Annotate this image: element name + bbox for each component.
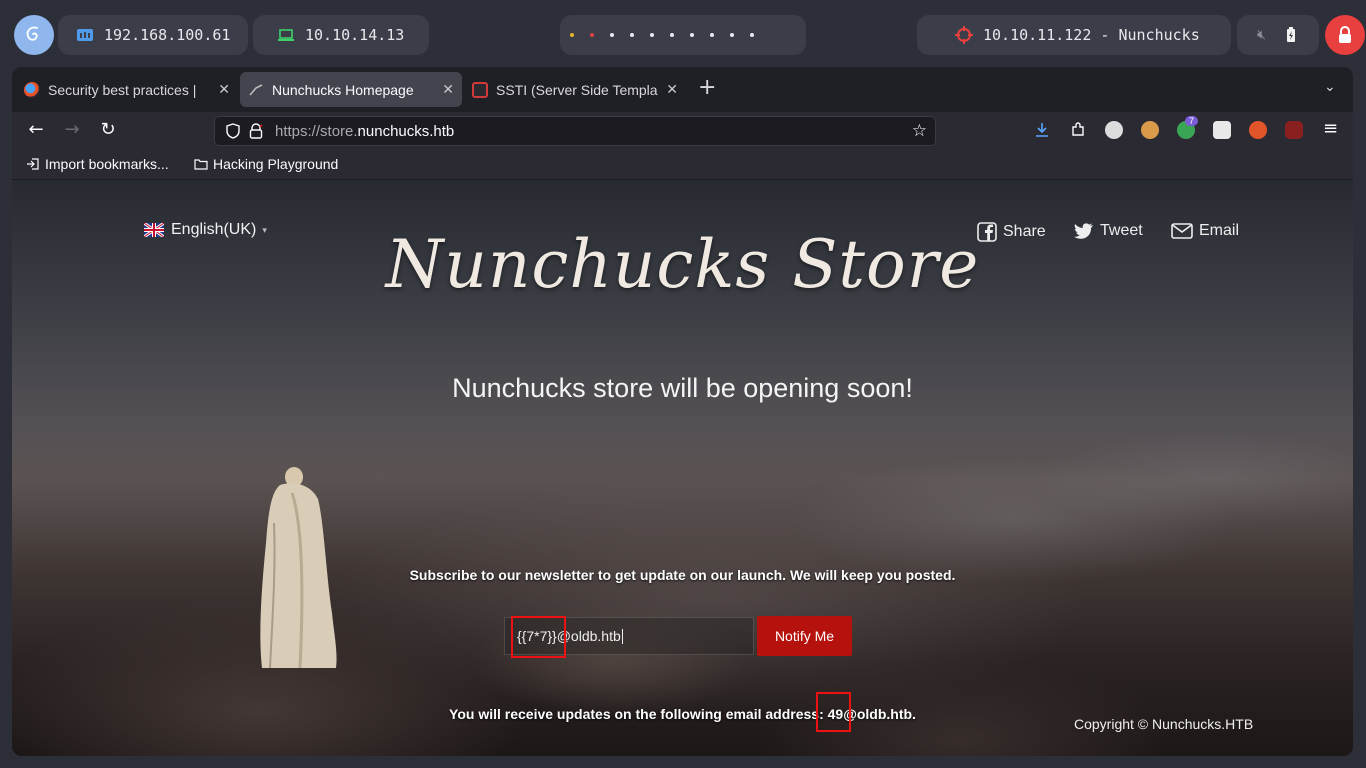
target-crosshair-icon bbox=[955, 26, 973, 44]
laptop-icon bbox=[278, 29, 294, 41]
store-brand-title: Nunchucks Store bbox=[385, 226, 980, 303]
tab-title: Nunchucks Homepage bbox=[272, 81, 414, 98]
bookmark-label: Hacking Playground bbox=[213, 156, 339, 172]
tab-title: Security best practices | bbox=[48, 81, 197, 98]
tab-strip: Security best practices | ✕ Nunchucks Ho… bbox=[12, 67, 1353, 112]
workspace-dot-10[interactable] bbox=[750, 33, 754, 37]
url-bar[interactable]: https://store. nunchucks.htb ☆ bbox=[214, 116, 936, 146]
back-arrow-icon[interactable]: ← bbox=[24, 119, 48, 140]
workspace-dot-5[interactable] bbox=[650, 33, 654, 37]
subscribe-text: Subscribe to our newsletter to get updat… bbox=[409, 567, 956, 583]
padlock-icon[interactable] bbox=[249, 123, 263, 139]
new-tab-plus-icon[interactable]: + bbox=[698, 77, 716, 99]
opening-soon-headline: Nunchucks store will be opening soon! bbox=[452, 373, 913, 403]
reload-icon[interactable]: ↻ bbox=[96, 119, 120, 140]
bookmark-import[interactable]: Import bookmarks... bbox=[26, 156, 169, 172]
workspace-dot-4[interactable] bbox=[630, 33, 634, 37]
result-highlight-box bbox=[816, 692, 851, 732]
forward-arrow-icon[interactable]: → bbox=[60, 119, 84, 140]
vpn-ip-text: 10.10.14.13 bbox=[305, 26, 405, 44]
target-text: 10.10.11.122 - Nunchucks bbox=[983, 26, 1200, 44]
notify-me-button[interactable]: Notify Me bbox=[757, 616, 852, 656]
user-agent-ext-icon[interactable] bbox=[1213, 121, 1231, 139]
debian-swirl-icon bbox=[26, 26, 38, 41]
nodejs-favicon-icon bbox=[24, 81, 40, 98]
bookmark-label: Import bookmarks... bbox=[45, 156, 169, 172]
payload-highlight-box bbox=[511, 616, 566, 658]
hacktricks-favicon-icon bbox=[472, 81, 488, 98]
tab-ssti[interactable]: SSTI (Server Side Templa ✕ bbox=[464, 72, 686, 107]
battery-icon[interactable] bbox=[1286, 27, 1296, 43]
tab-nunchucks-homepage[interactable]: Nunchucks Homepage ✕ bbox=[240, 72, 462, 107]
muted-speaker-icon[interactable]: 🔇︎ bbox=[1257, 27, 1266, 43]
close-tab-icon[interactable]: ✕ bbox=[666, 81, 678, 98]
local-ip-indicator[interactable]: 192.168.100.61 bbox=[58, 15, 248, 55]
workspace-dot-1[interactable] bbox=[570, 33, 574, 37]
bookmarks-toolbar: Import bookmarks... Hacking Playground bbox=[12, 150, 1353, 180]
network-icon bbox=[77, 29, 93, 41]
hamburger-menu-icon[interactable]: ≡ bbox=[1323, 118, 1338, 139]
bookmark-star-icon[interactable]: ☆ bbox=[912, 121, 927, 141]
extensions-puzzle-icon[interactable] bbox=[1069, 121, 1087, 139]
close-tab-icon[interactable]: ✕ bbox=[218, 81, 230, 98]
lock-screen-button[interactable] bbox=[1325, 15, 1365, 55]
extension-badge: 7 bbox=[1185, 116, 1199, 126]
bookmark-hacking-playground[interactable]: Hacking Playground bbox=[194, 156, 338, 172]
ublock-ext-icon[interactable] bbox=[1285, 121, 1303, 139]
url-domain: nunchucks.htb bbox=[357, 122, 455, 140]
url-scheme: https://store. bbox=[275, 122, 358, 140]
foxyproxy-ext-icon[interactable] bbox=[1105, 121, 1123, 139]
import-icon bbox=[27, 158, 39, 170]
workspace-dot-3[interactable] bbox=[610, 33, 614, 37]
tab-title: SSTI (Server Side Templa bbox=[496, 81, 658, 98]
browser-window: Security best practices | ✕ Nunchucks Ho… bbox=[12, 67, 1353, 756]
workspace-dot-2[interactable] bbox=[590, 33, 594, 37]
navigation-toolbar: ← → ↻ https://store. nunchucks.htb ☆ 7 ≡ bbox=[12, 112, 1353, 150]
hacktools-ext-icon[interactable] bbox=[1249, 121, 1267, 139]
workspace-dot-8[interactable] bbox=[710, 33, 714, 37]
vpn-ip-indicator[interactable]: 10.10.14.13 bbox=[253, 15, 429, 55]
tab-security-best-practices[interactable]: Security best practices | ✕ bbox=[16, 72, 238, 107]
workspace-dot-9[interactable] bbox=[730, 33, 734, 37]
copyright-text: Copyright © Nunchucks.HTB bbox=[1074, 716, 1254, 732]
debian-menu-button[interactable] bbox=[14, 15, 54, 55]
shield-icon[interactable] bbox=[225, 123, 241, 139]
close-tab-icon[interactable]: ✕ bbox=[442, 81, 454, 98]
downloads-icon[interactable] bbox=[1033, 121, 1051, 139]
list-all-tabs-chevron-icon[interactable]: ⌄ bbox=[1324, 79, 1336, 95]
local-ip-text: 192.168.100.61 bbox=[104, 26, 231, 44]
text-caret bbox=[621, 628, 623, 644]
nunchucks-favicon-icon bbox=[249, 83, 263, 96]
system-top-bar: 192.168.100.61 10.10.14.13 10.10.11.122 … bbox=[0, 0, 1366, 68]
target-indicator[interactable]: 10.10.11.122 - Nunchucks bbox=[917, 15, 1231, 55]
folder-icon bbox=[194, 159, 208, 170]
workspace-dot-6[interactable] bbox=[670, 33, 674, 37]
workspace-dot-7[interactable] bbox=[690, 33, 694, 37]
page-viewport: English(UK) ▾ Share Tweet Email Nunchuck… bbox=[12, 180, 1353, 756]
cookie-editor-ext-icon[interactable] bbox=[1141, 121, 1159, 139]
tray-area: 🔇︎ bbox=[1237, 15, 1319, 55]
workspace-switcher[interactable] bbox=[560, 15, 806, 55]
lock-icon bbox=[1339, 26, 1351, 43]
